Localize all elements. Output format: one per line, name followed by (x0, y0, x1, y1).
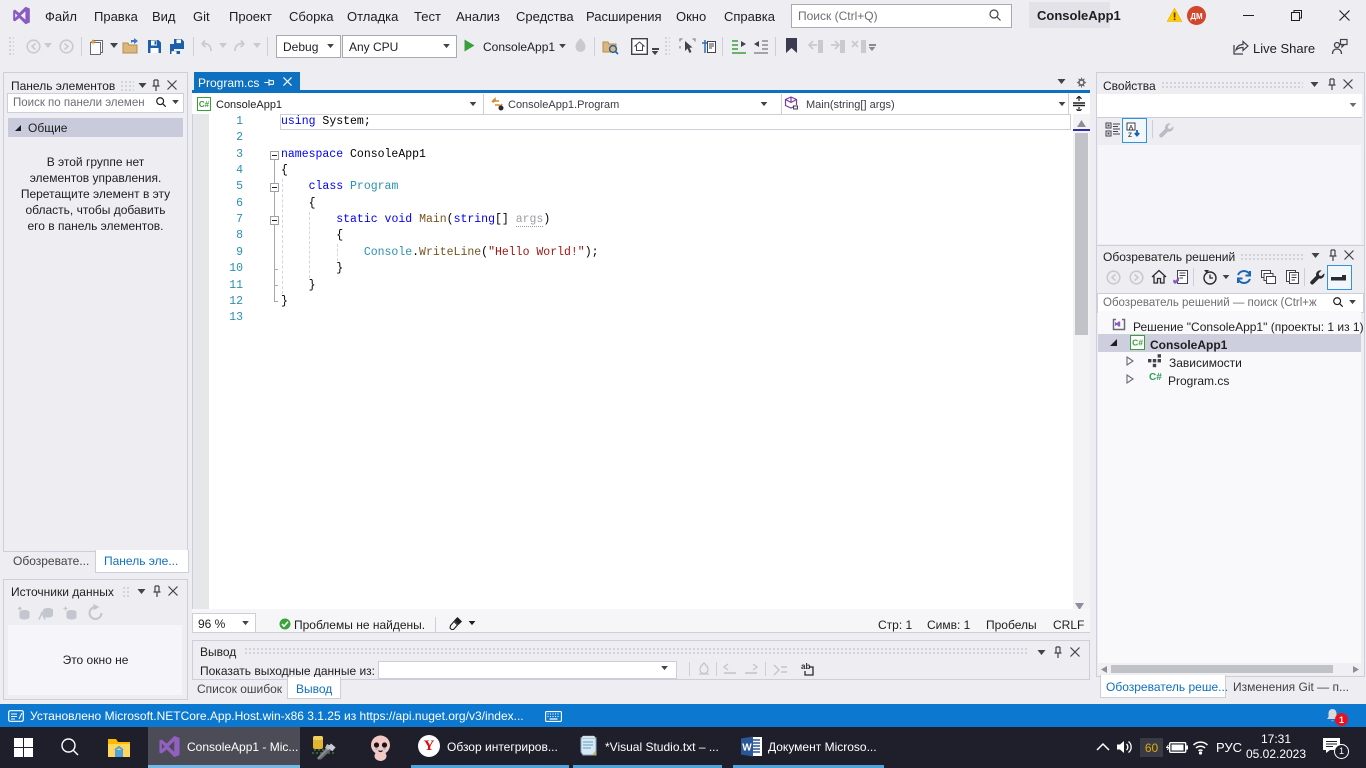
svg-text:C#: C# (1132, 338, 1143, 348)
svg-text:W: W (742, 743, 752, 754)
svg-text:C#: C# (199, 100, 210, 109)
svg-text:Z: Z (1128, 132, 1132, 138)
svg-text:A: A (1129, 125, 1134, 132)
